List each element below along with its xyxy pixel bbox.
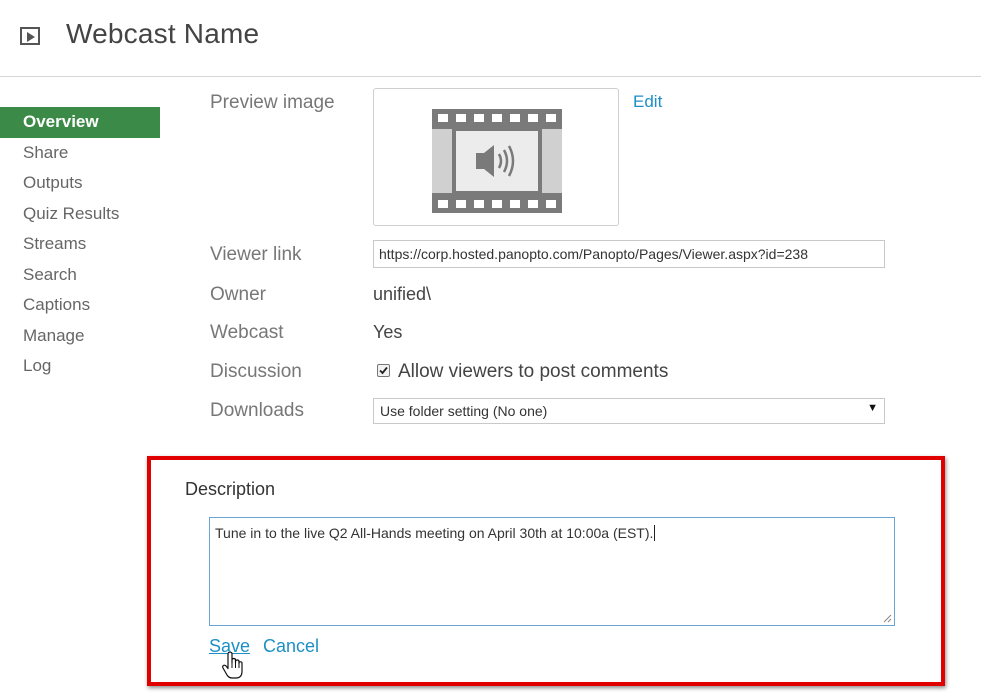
sidebar-nav: Overview Share Outputs Quiz Results Stre… — [0, 107, 160, 382]
description-textarea[interactable]: Tune in to the live Q2 All-Hands meeting… — [209, 517, 895, 626]
cancel-link[interactable]: Cancel — [263, 636, 319, 657]
description-text: Tune in to the live Q2 All-Hands meeting… — [215, 525, 654, 541]
checkmark-icon — [379, 366, 388, 375]
allow-comments-checkbox[interactable] — [377, 364, 390, 377]
downloads-label: Downloads — [210, 400, 304, 421]
webcast-label: Webcast — [210, 322, 284, 343]
sidebar-item-outputs[interactable]: Outputs — [0, 168, 160, 199]
webcast-value: Yes — [373, 322, 403, 342]
description-label: Description — [185, 479, 276, 499]
sidebar-item-manage[interactable]: Manage — [0, 321, 160, 352]
resize-grip-icon[interactable] — [883, 614, 892, 623]
owner-label: Owner — [210, 284, 266, 305]
dropdown-arrow-icon: ▼ — [867, 402, 878, 414]
sidebar-item-captions[interactable]: Captions — [0, 290, 160, 321]
page-title: Webcast Name — [66, 18, 260, 49]
viewer-link-label: Viewer link — [210, 244, 302, 265]
edit-preview-link[interactable]: Edit — [633, 92, 662, 112]
sidebar-item-streams[interactable]: Streams — [0, 229, 160, 260]
header-divider — [0, 76, 981, 77]
preview-image — [373, 88, 619, 226]
sidebar-item-overview[interactable]: Overview — [0, 107, 160, 138]
play-square-icon — [20, 27, 40, 45]
sidebar-item-quiz-results[interactable]: Quiz Results — [0, 199, 160, 230]
page: Webcast Name Overview Share Outputs Quiz… — [0, 0, 981, 699]
text-caret — [654, 525, 656, 541]
hand-cursor-icon — [222, 652, 243, 679]
downloads-selected-value: Use folder setting (No one) — [380, 403, 548, 419]
owner-value: unified\ — [373, 284, 432, 304]
downloads-select[interactable]: Use folder setting (No one) ▼ — [373, 398, 885, 424]
sidebar-item-log[interactable]: Log — [0, 351, 160, 382]
viewer-link-input[interactable]: https://corp.hosted.panopto.com/Panopto/… — [373, 240, 885, 268]
sidebar-item-share[interactable]: Share — [0, 138, 160, 169]
discussion-label: Discussion — [210, 361, 302, 382]
preview-image-label: Preview image — [210, 92, 335, 113]
allow-comments-label[interactable]: Allow viewers to post comments — [398, 361, 668, 383]
video-film-audio-icon — [432, 109, 562, 213]
sidebar-item-search[interactable]: Search — [0, 260, 160, 291]
